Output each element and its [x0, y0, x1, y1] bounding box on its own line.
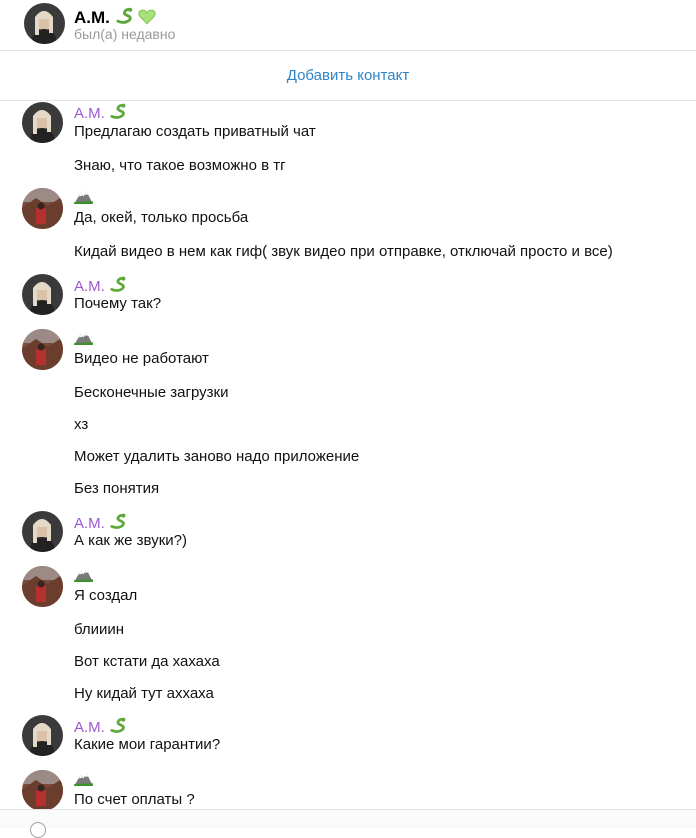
message-text[interactable]: По счет оплаты ? — [74, 791, 195, 808]
sender-avatar[interactable] — [22, 770, 63, 811]
sender-name-text: А.М. — [74, 515, 105, 532]
sender-avatar[interactable] — [22, 566, 63, 607]
sender-name — [74, 771, 93, 790]
message-text[interactable]: хз — [74, 416, 88, 433]
message-text[interactable]: Почему так? — [74, 295, 161, 312]
message-text[interactable]: Бесконечные загрузки — [74, 384, 228, 401]
sender-name — [74, 567, 93, 586]
sender-avatar[interactable] — [22, 715, 63, 756]
sender-avatar[interactable] — [22, 102, 63, 143]
message-text[interactable]: Знаю, что такое возможно в тг — [74, 157, 286, 174]
composer-bar[interactable] — [0, 809, 696, 838]
sender-name: А.М. — [74, 275, 127, 297]
message-text[interactable]: Видео не работают — [74, 350, 209, 367]
sender-name-text: А.М. — [74, 278, 105, 295]
message-text[interactable]: Без понятия — [74, 480, 159, 497]
mountain-icon — [74, 567, 93, 586]
mountain-icon — [74, 771, 93, 790]
sender-name-text: А.М. — [74, 719, 105, 736]
mountain-icon — [74, 330, 93, 349]
message-text[interactable]: А как же звуки?) — [74, 532, 187, 549]
message-text[interactable]: Да, окей, только просьба — [74, 209, 248, 226]
sender-name: А.М. — [74, 512, 127, 534]
message-text[interactable]: Может удалить заново надо приложение — [74, 448, 359, 465]
contact-name-text: А.М. — [74, 8, 110, 27]
message-text[interactable]: блииин — [74, 621, 124, 638]
snake-icon — [109, 275, 127, 297]
chat-header: А.М. был(а) недавно — [0, 0, 696, 50]
contact-status: был(а) недавно — [74, 26, 176, 42]
add-contact-button[interactable]: Добавить контакт — [0, 51, 696, 100]
sender-name-text: А.М. — [74, 105, 105, 122]
contact-avatar[interactable] — [24, 3, 65, 44]
sender-name — [74, 189, 93, 208]
emoji-icon[interactable] — [30, 822, 46, 838]
sender-avatar[interactable] — [22, 329, 63, 370]
sender-avatar[interactable] — [22, 188, 63, 229]
message-text[interactable]: Кидай видео в нем как гиф( звук видео пр… — [74, 243, 613, 260]
message-text[interactable]: Вот кстати да хахаха — [74, 653, 220, 670]
sender-avatar[interactable] — [22, 274, 63, 315]
message-text[interactable]: Предлагаю создать приватный чат — [74, 123, 316, 140]
sender-avatar[interactable] — [22, 511, 63, 552]
message-text[interactable]: Ну кидай тут аххаха — [74, 685, 214, 702]
snake-icon — [109, 716, 127, 738]
snake-icon — [109, 102, 127, 124]
sender-name: А.М. — [74, 102, 127, 124]
snake-icon — [109, 512, 127, 534]
sender-name: А.М. — [74, 716, 127, 738]
message-text[interactable]: Какие мои гарантии? — [74, 736, 220, 753]
mountain-icon — [74, 189, 93, 208]
sender-name — [74, 330, 93, 349]
divider — [0, 100, 696, 101]
message-text[interactable]: Я создал — [74, 587, 137, 604]
